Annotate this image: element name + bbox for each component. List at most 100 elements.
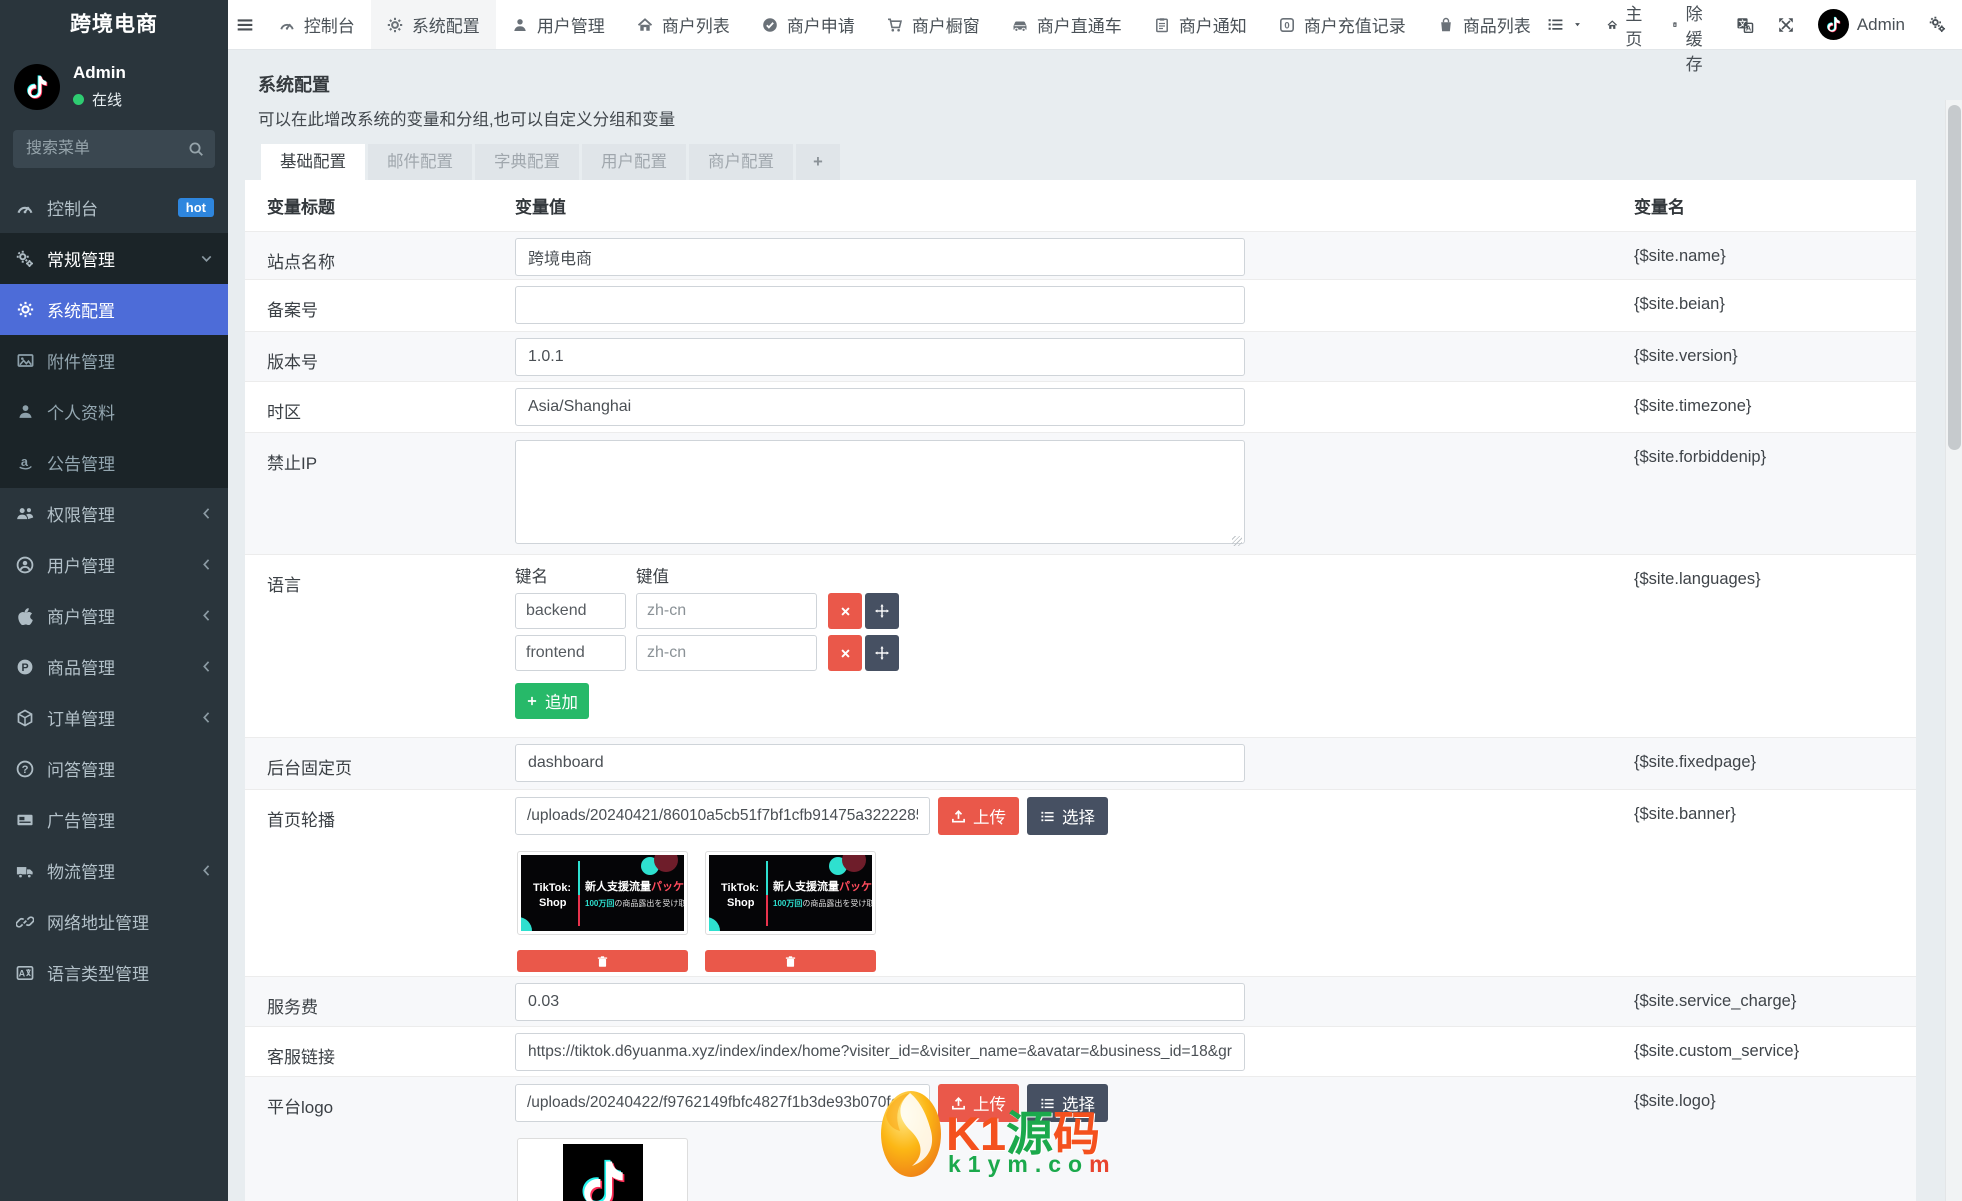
row-label: 语言 [267,576,301,595]
clear-cache-label: 清除缓存 [1685,4,1703,74]
move-icon [875,646,889,660]
table-header-row: 变量标题 变量值 变量名 [245,180,1916,232]
banner-thumbnail[interactable]: TikTok: Shop 新人支援流量パッケ 100万回の商品露出を受け取 [517,851,688,935]
logo-choose-button[interactable]: 选择 [1027,1084,1108,1122]
caret-down-icon [1572,19,1583,30]
sidebar-item-system-config[interactable]: 系统配置 [0,284,228,335]
row-site-name: 站点名称 {$site.name} [245,232,1916,280]
banner-choose-button[interactable]: 选择 [1027,797,1108,835]
custom-service-input[interactable] [515,1033,1245,1071]
lang-key-input[interactable] [515,593,626,629]
row-label: 平台logo [267,1098,334,1117]
nav-item-merchant-notice[interactable]: 商户通知 [1138,0,1263,49]
remove-pair-button[interactable] [828,635,862,671]
row-var-name: {$site.custom_service} [1634,1042,1800,1060]
translate-button[interactable] [1736,16,1754,34]
sidebar-item-language-type[interactable]: 语言类型管理 [0,947,228,998]
sidebar-group-product[interactable]: 商品管理 [0,641,228,692]
home-link-label: 主页 [1625,4,1643,49]
scrollbar-thumb[interactable] [1948,105,1961,450]
lang-value-input[interactable] [636,593,817,629]
sidebar-group-general-header[interactable]: 常规管理 [0,233,228,284]
drag-pair-button[interactable] [865,593,899,629]
sidebar-item-qa[interactable]: 问答管理 [0,743,228,794]
sidebar-item-label: 控制台 [47,200,98,219]
search-input[interactable] [13,130,215,168]
sidebar-group-permission[interactable]: 权限管理 [0,488,228,539]
nav-item-system-config[interactable]: 系统配置 [370,0,496,49]
fullscreen-button[interactable] [1778,17,1794,33]
sidebar-toggle-button[interactable] [228,0,263,49]
account-menu[interactable]: Admin [1817,9,1905,40]
nav-item-merchant-express[interactable]: 商户直通车 [996,0,1138,49]
logo-path-input[interactable] [515,1084,930,1122]
sidebar-group-order[interactable]: 订单管理 [0,692,228,743]
vertical-scrollbar[interactable] [1945,100,1962,1201]
logo-upload-button[interactable]: 上传 [938,1084,1019,1122]
timezone-input[interactable] [515,388,1245,426]
home-link[interactable]: 主页 [1607,0,1648,50]
tab-merchant-config[interactable]: 商户配置 [689,144,793,180]
lang-value-input[interactable] [636,635,817,671]
tab-add-button[interactable]: + [796,144,840,180]
translate-icon [1736,16,1754,34]
search-icon[interactable] [188,140,204,158]
topnav: 控制台 系统配置 用户管理 商户列表 商户申请 商户橱窗 商户直通车 商户通知 … [228,0,1962,74]
delete-banner-button[interactable] [705,950,876,972]
nav-item-product-list[interactable]: 商品列表 [1422,0,1547,49]
row-label: 后台固定页 [267,759,352,778]
forbidden-ip-textarea[interactable] [515,440,1245,544]
nav-item-console[interactable]: 控制台 [263,0,371,49]
service-charge-input[interactable] [515,983,1245,1021]
sidebar-item-announcement[interactable]: 公告管理 [0,437,228,488]
logo-thumbnail[interactable] [517,1138,688,1201]
tab-user-config[interactable]: 用户配置 [582,144,686,180]
avatar[interactable] [14,63,60,110]
banner-upload-button[interactable]: 上传 [938,797,1019,835]
sidebar-group-user[interactable]: 用户管理 [0,539,228,590]
nav-item-merchant-showcase[interactable]: 商户橱窗 [871,0,996,49]
sidebar-item-label: 系统配置 [47,302,115,321]
language-icon [14,964,36,982]
tiktok-shop-banner-image: TikTok: Shop 新人支援流量パッケ 100万回の商品露出を受け取 [709,855,872,931]
menu-list-button[interactable] [1547,16,1583,33]
row-var-name: {$site.languages} [1634,570,1761,588]
append-pair-button[interactable]: 追加 [515,683,589,719]
sidebar-item-attachment[interactable]: 附件管理 [0,335,228,386]
sidebar-item-label: 权限管理 [47,506,115,525]
sidebar-item-profile[interactable]: 个人资料 [0,386,228,437]
clear-cache-button[interactable]: 清除缓存 [1672,0,1712,75]
banner-path-input[interactable] [515,797,930,835]
tab-basic-config[interactable]: 基础配置 [261,144,365,180]
check-circle-icon [762,17,778,33]
sidebar-item-ad[interactable]: 广告管理 [0,794,228,845]
site-name-input[interactable] [515,238,1245,276]
nav-item-user-mgmt[interactable]: 用户管理 [496,0,621,49]
fixed-page-input[interactable] [515,744,1245,782]
version-input[interactable] [515,338,1245,376]
beian-input[interactable] [515,286,1245,324]
nav-item-merchant-apply[interactable]: 商户申请 [746,0,871,49]
sidebar-item-dashboard[interactable]: 控制台 hot [0,182,228,233]
tab-mail-config[interactable]: 邮件配置 [368,144,472,180]
svg-text:TikTok:: TikTok: [533,882,571,894]
drag-pair-button[interactable] [865,635,899,671]
banner-thumbnails: TikTok: Shop 新人支援流量パッケ 100万回の商品露出を受け取 Ti… [517,851,1634,935]
remove-pair-button[interactable] [828,593,862,629]
sidebar-item-network-address[interactable]: 网络地址管理 [0,896,228,947]
settings-button[interactable] [1929,16,1946,33]
sidebar-group-logistics[interactable]: 物流管理 [0,845,228,896]
upload-label: 上传 [973,1096,1006,1114]
x-icon [839,605,852,618]
banner-thumbnail[interactable]: TikTok: Shop 新人支援流量パッケ 100万回の商品露出を受け取 [705,851,876,935]
nav-item-merchant-recharge[interactable]: 商户充值记录 [1263,0,1422,49]
tab-dictionary-config[interactable]: 字典配置 [475,144,579,180]
delete-banner-button[interactable] [517,950,688,972]
sidebar-menu: 控制台 hot 常规管理 系统配置 附件管理 个人资料 公告管理 权限管理 用户… [0,182,228,998]
gauge-icon [14,199,36,217]
nav-item-merchant-list[interactable]: 商户列表 [621,0,746,49]
lang-key-input[interactable] [515,635,626,671]
sidebar-group-merchant[interactable]: 商户管理 [0,590,228,641]
nav-item-label: 控制台 [303,17,355,36]
row-label: 备案号 [267,301,318,320]
